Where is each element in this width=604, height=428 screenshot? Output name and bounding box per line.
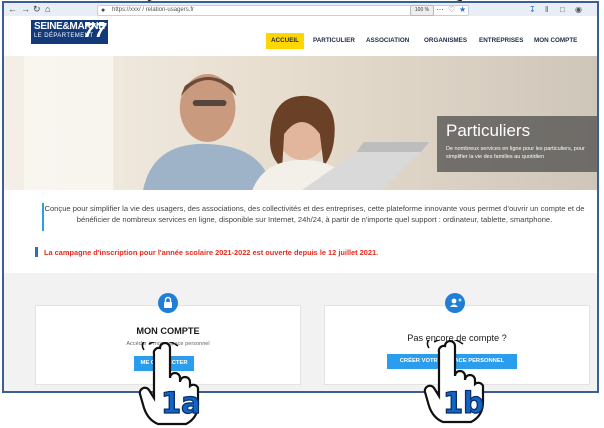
lock-icon bbox=[158, 293, 178, 313]
back-icon[interactable]: ← bbox=[8, 4, 17, 15]
zoom-level[interactable]: 100 % bbox=[410, 5, 434, 16]
bookmark-star-icon[interactable]: ★ bbox=[459, 4, 466, 15]
library-icon[interactable]: ‖ bbox=[545, 4, 548, 15]
lock-icon: ● bbox=[101, 7, 106, 14]
downloads-icon[interactable]: ↧ bbox=[529, 4, 536, 15]
intro-text: Conçue pour simplifier la vie des usager… bbox=[44, 204, 585, 224]
add-user-icon bbox=[445, 293, 465, 313]
nav-item-particulier[interactable]: PARTICULIER bbox=[313, 33, 355, 49]
more-icon[interactable]: ⋯ bbox=[436, 4, 444, 15]
reload-icon[interactable]: ↻ bbox=[33, 4, 41, 15]
nav-item-accueil[interactable]: ACCUEIL bbox=[266, 33, 304, 49]
hero-subtitle: De nombreux services en ligne pour les p… bbox=[446, 146, 585, 160]
main-nav: ACCUEIL PARTICULIER ASSOCIATION ORGANISM… bbox=[4, 33, 597, 49]
nav-item-association[interactable]: ASSOCIATION bbox=[366, 33, 409, 49]
account-icon[interactable]: ◉ bbox=[575, 4, 582, 15]
pocket-icon[interactable]: ♡ bbox=[448, 4, 455, 15]
sidebar-icon[interactable]: □ bbox=[560, 4, 565, 15]
step-1a-label: 1a bbox=[160, 385, 201, 420]
campaign-notice: La campagne d'inscription pour l'année s… bbox=[44, 248, 379, 257]
step-1b-label: 1b bbox=[442, 385, 484, 420]
hero-title: Particuliers bbox=[446, 121, 531, 140]
forward-icon[interactable]: → bbox=[21, 4, 30, 15]
campaign-accent-bar bbox=[35, 247, 38, 257]
nav-item-entreprises[interactable]: ENTREPRISES bbox=[479, 33, 523, 49]
browser-window: ← → ↻ ⌂ ● https://xxx/ / relation-usager… bbox=[2, 1, 599, 393]
home-icon[interactable]: ⌂ bbox=[45, 4, 50, 15]
address-url: https://xxx/ / relation-usagers.fr bbox=[112, 7, 195, 13]
browser-toolbar: ← → ↻ ⌂ ● https://xxx/ / relation-usager… bbox=[4, 3, 597, 17]
nav-item-mon-compte[interactable]: MON COMPTE bbox=[534, 33, 577, 49]
nav-item-organismes[interactable]: ORGANISMES bbox=[424, 33, 467, 49]
account-card-title: MON COMPTE bbox=[136, 326, 200, 336]
